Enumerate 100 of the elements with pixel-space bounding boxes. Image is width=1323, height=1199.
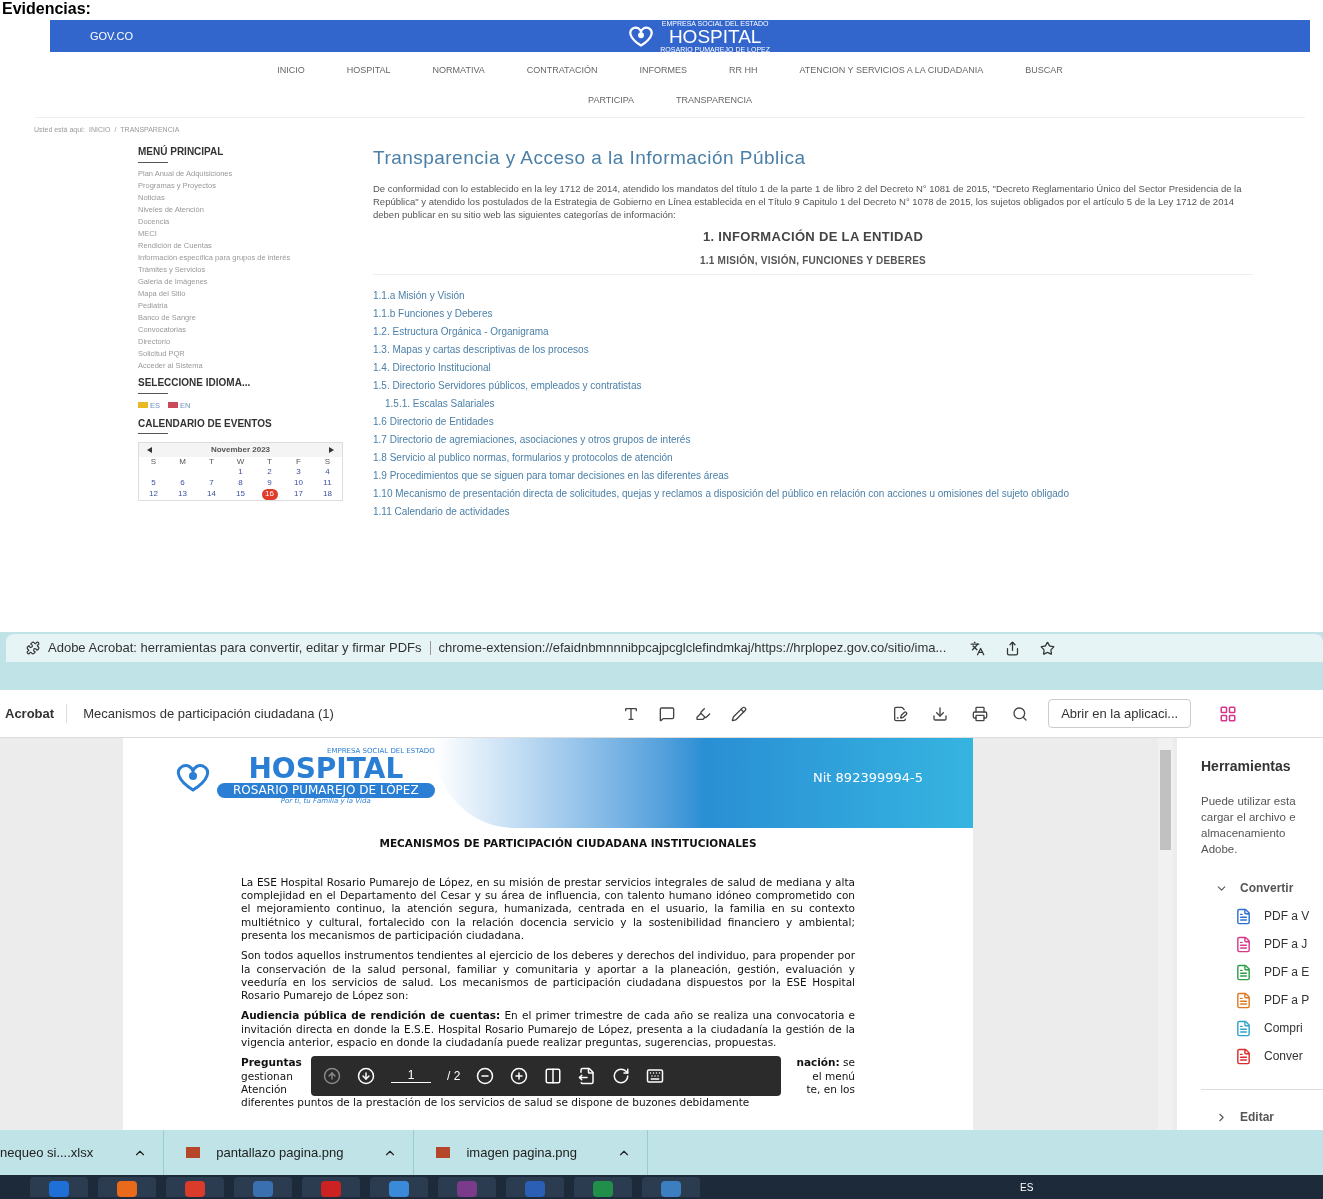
panel-description: Adobe.	[1201, 842, 1239, 857]
transparency-link[interactable]: 1.9 Procedimientos que se siguen para tomar decisiones en las diferentes áreas	[373, 466, 1253, 485]
page-count: / 2	[447, 1069, 461, 1083]
tool-link[interactable]: PDF a E	[1264, 963, 1310, 981]
comment-icon[interactable]	[659, 705, 676, 722]
fit-page-icon[interactable]	[578, 1067, 597, 1086]
calendar-day[interactable]: 18	[319, 488, 336, 500]
search-icon[interactable]	[1012, 705, 1029, 722]
apps-icon[interactable]	[1219, 704, 1238, 723]
nav-link[interactable]: BUSCAR	[1025, 60, 1063, 82]
calendar-day[interactable]: 9	[261, 477, 278, 489]
nit-number: Nit 892399994-5	[813, 769, 923, 787]
fit-width-icon[interactable]	[544, 1067, 563, 1086]
taskbar-app-icon[interactable]	[642, 1177, 700, 1197]
transparency-link[interactable]: 1.5. Directorio Servidores públicos, empleados y contratistas	[373, 376, 1253, 395]
text-tool-icon[interactable]	[623, 705, 640, 722]
transparency-link[interactable]: 1.4. Directorio Institucional	[373, 358, 1253, 377]
tab-title[interactable]: Adobe Acrobat: herramientas para convertir, editar y firmar PDFs	[48, 638, 422, 658]
transparency-link[interactable]: 1.3. Mapas y cartas descriptivas de los procesos	[373, 340, 1253, 359]
calendar-day[interactable]: 7	[203, 477, 220, 489]
section-heading: 1. INFORMACIÓN DE LA ENTIDAD	[701, 228, 925, 246]
next-page-icon[interactable]	[357, 1067, 375, 1086]
document-text: nación: se	[796, 1056, 855, 1070]
pencil-icon[interactable]	[731, 705, 748, 722]
section-toggle[interactable]: Editar	[1201, 1108, 1323, 1126]
calendar-day[interactable]: 11	[319, 477, 336, 489]
nav-link[interactable]: TRANSPARENCIA	[676, 91, 752, 109]
bookmark-icon[interactable]	[1040, 640, 1056, 656]
calendar-day[interactable]: 17	[290, 488, 307, 500]
panel-description: Puede utilizar esta	[1201, 794, 1297, 809]
nav-link[interactable]: HOSPITAL	[346, 60, 391, 82]
page-number-field[interactable]: 1	[391, 1069, 431, 1084]
tool-link[interactable]: PDF a P	[1264, 991, 1310, 1009]
tool-link[interactable]: Compri	[1264, 1019, 1303, 1037]
nav-link[interactable]: CONTRATACIÓN	[526, 60, 598, 82]
tool-link[interactable]: PDF a J	[1264, 935, 1308, 953]
nav-link[interactable]: PARTICIPA	[588, 91, 635, 109]
gov-label[interactable]: GOV.CO	[90, 27, 133, 45]
transparency-link[interactable]: 1.1.a Misión y Visión	[373, 286, 1253, 305]
panel-description: cargar el archivo e	[1201, 810, 1297, 825]
transparency-link[interactable]: 1.2. Estructura Orgánica - Organigrama	[373, 322, 1253, 341]
transparency-link[interactable]: 1.6 Directorio de Entidades	[373, 412, 1253, 431]
download-item[interactable]: imagen pagina.png	[466, 1142, 578, 1163]
transparency-link[interactable]: 1.11 Calendario de actividades	[373, 502, 1253, 521]
taskbar-app-icon[interactable]	[98, 1177, 156, 1197]
document-text: gestionan	[241, 1069, 293, 1083]
nav-link[interactable]: INFORMES	[639, 60, 687, 82]
address-bar[interactable]: chrome-extension://efaidnbmnnnibpcajpcglclefindmkaj/https://hrplopez.gov.co/sitio/ima...	[438, 638, 947, 658]
calendar-day[interactable]: 10	[290, 477, 307, 489]
next-month-icon[interactable]	[329, 446, 334, 453]
transparency-link[interactable]: 1.1.b Funciones y Deberes	[373, 304, 1253, 323]
extension-icon	[26, 641, 40, 655]
previous-page-icon[interactable]	[323, 1067, 341, 1086]
download-item[interactable]: pantallazo pagina.png	[216, 1142, 344, 1163]
weekday-label: T	[208, 456, 215, 467]
nav-link[interactable]: RR HH	[728, 60, 758, 82]
document-text: Preguntas	[241, 1056, 302, 1070]
section-toggle[interactable]: Convertir	[1201, 879, 1323, 897]
sign-icon[interactable]	[892, 705, 909, 722]
tool-link[interactable]: Conver	[1264, 1047, 1303, 1065]
tools-panel-title: Herramientas	[1201, 757, 1292, 776]
highlighter-icon[interactable]	[695, 705, 712, 722]
nav-link[interactable]: ATENCION Y SERVICIOS A LA CIUDADANIA	[799, 60, 984, 82]
calendar-day[interactable]: 13	[174, 488, 191, 500]
document-text: te, en los	[806, 1082, 855, 1097]
nav-link[interactable]: NORMATIVA	[432, 60, 485, 82]
previous-month-icon[interactable]	[147, 446, 152, 453]
share-icon[interactable]	[1005, 640, 1021, 656]
calendar-day[interactable]: 3	[290, 466, 307, 478]
calendar-day[interactable]: 6	[174, 477, 191, 489]
download-icon[interactable]	[932, 705, 949, 722]
document-paragraph: Audiencia pública de rendición de cuentas: En el primer trimestre de cada año se realiza una convocatoria e invitación directa en donde la E.S.E. Hospital Rosario Pumarejo de López, presenta a la ciudadanía la gestión de la vigencia anterior, espacio en donde la ciudadanía puede realizar preguntas, sugerencias, propuestas.	[241, 1009, 855, 1050]
zoom-out-icon[interactable]	[476, 1067, 495, 1086]
taskbar-app-icon[interactable]	[370, 1177, 428, 1197]
transparency-link[interactable]: 1.5.1. Escalas Salariales	[373, 394, 1253, 413]
rotate-icon[interactable]	[612, 1067, 631, 1086]
transparency-link[interactable]: 1.10 Mecanismo de presentación directa de solicitudes, quejas y reclamos a disposición del público en relación con acciones u omisiones del sujeto obligado	[373, 484, 1253, 503]
language-indicator[interactable]: ES	[1020, 1179, 1034, 1195]
transparency-link[interactable]: 1.7 Directorio de agremiaciones, asociaciones y otros grupos de interés	[373, 430, 1253, 449]
calendar-day[interactable]: 8	[232, 477, 249, 489]
print-icon[interactable]	[972, 705, 989, 722]
transparency-link[interactable]: 1.8 Servicio al publico normas, formularios y protocolos de atención	[373, 448, 1253, 467]
tool-link[interactable]: PDF a V	[1264, 907, 1310, 925]
document-paragraph: Son todos aquellos instrumentos tendientes al ejercicio de los deberes y derechos del individuo, para propender por la conservación de la salud personal, familiar y comunitaria y aportar a la planeación, gestión, evaluación y veeduría en los servicios de salud. Los mecanismos de participación ciudadana dispuestos por la ESE Hospital Rosario Pumarejo de López son:	[241, 949, 855, 1003]
calendar-day[interactable]: 15	[232, 488, 249, 500]
nav-link[interactable]: INICIO	[277, 60, 305, 82]
taskbar-app-icon[interactable]	[574, 1177, 632, 1197]
download-item[interactable]: nequeo si....xlsx	[0, 1142, 94, 1163]
calendar-day[interactable]: 2	[261, 466, 278, 478]
keyboard-icon[interactable]	[646, 1067, 665, 1086]
calendar-day[interactable]: 14	[203, 488, 220, 500]
calendar-day[interactable]: 16	[261, 488, 278, 500]
open-in-app-button[interactable]: Abrir en la aplicaci...	[1048, 698, 1192, 729]
calendar-day[interactable]: 5	[145, 477, 162, 489]
translate-icon[interactable]	[970, 640, 986, 656]
calendar-day[interactable]: 12	[145, 488, 162, 500]
calendar-day[interactable]: 1	[232, 466, 249, 478]
zoom-in-icon[interactable]	[510, 1067, 529, 1086]
taskbar-app-icon[interactable]	[166, 1177, 224, 1197]
calendar-day[interactable]: 4	[319, 466, 336, 478]
